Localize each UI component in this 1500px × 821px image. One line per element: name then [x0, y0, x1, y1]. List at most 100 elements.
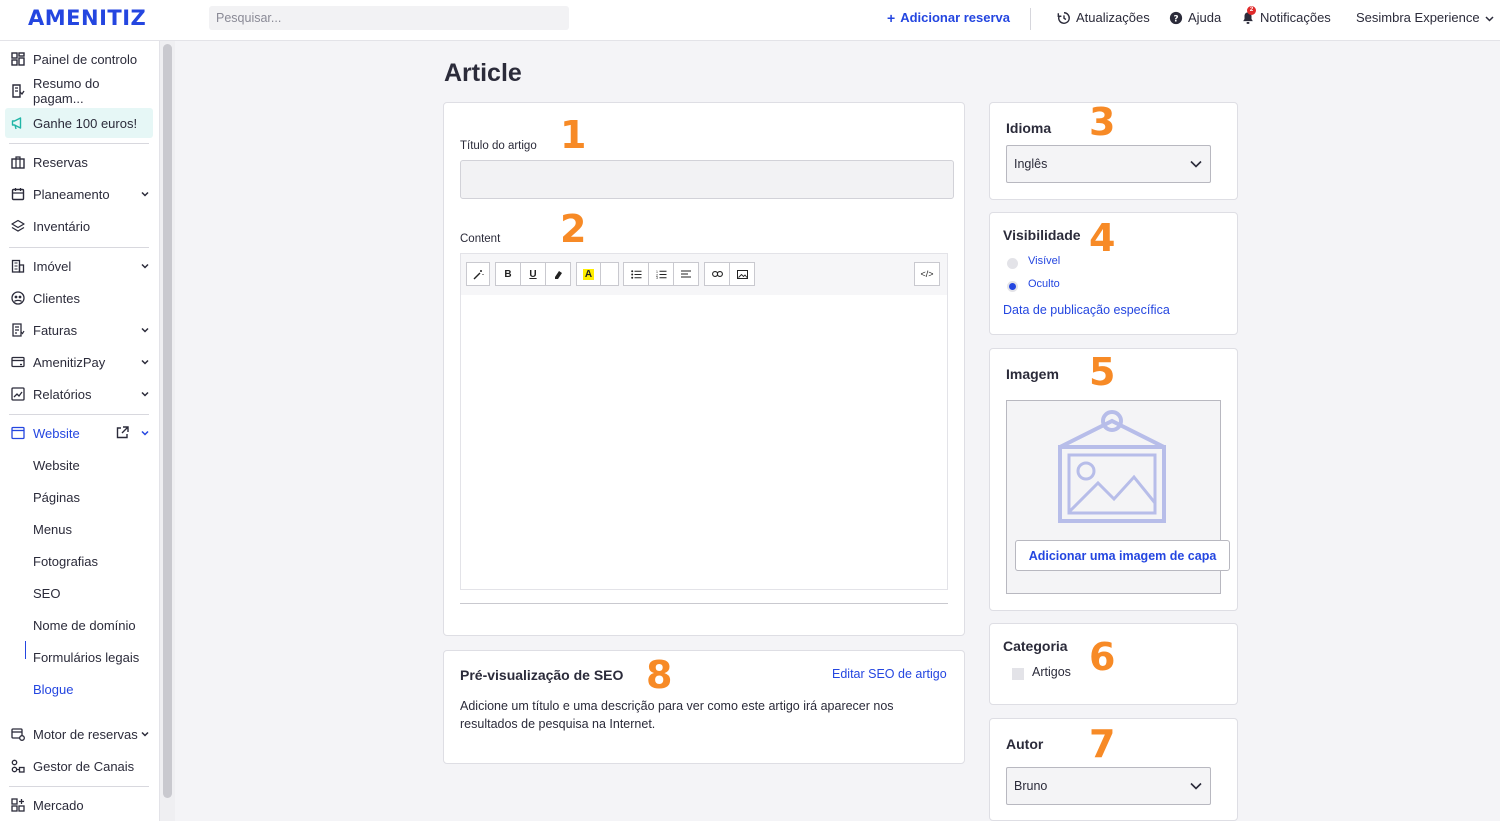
marker-8: 8 — [646, 653, 673, 697]
sub-item-seo[interactable]: SEO — [33, 586, 60, 601]
image-placeholder-icon — [1058, 410, 1166, 523]
marker-5: 5 — [1089, 350, 1116, 394]
sidebar-item-label: Motor de reservas — [33, 726, 138, 742]
sidebar-item-website[interactable]: Website — [5, 418, 153, 448]
calendar-icon — [11, 188, 25, 201]
content-label: Content — [460, 233, 501, 245]
sidebar-item-inventory[interactable]: Inventário — [5, 211, 153, 241]
sub-item-pages[interactable]: Páginas — [33, 490, 80, 505]
topbar-divider — [1030, 8, 1031, 30]
history-icon — [1057, 11, 1070, 24]
active-indicator — [25, 641, 26, 659]
updates-label: Atualizações — [1076, 10, 1150, 25]
author-select[interactable]: Bruno — [1006, 767, 1211, 805]
add-cover-image-button[interactable]: Adicionar uma imagem de capa — [1015, 540, 1230, 571]
visible-radio[interactable] — [1007, 258, 1018, 269]
align-icon[interactable] — [673, 262, 699, 286]
sub-item-legal-forms[interactable]: Formulários legais — [33, 650, 139, 665]
help-button[interactable]: ? Ajuda — [1169, 10, 1221, 25]
insert-image-icon[interactable] — [729, 262, 755, 286]
marker-2: 2 — [560, 207, 587, 251]
language-select[interactable]: Inglês — [1006, 145, 1211, 183]
image-card: Imagem 5 Adicionar uma imagem de capa — [989, 348, 1238, 611]
chevron-down-icon — [1190, 782, 1202, 790]
sidebar-item-label: Website — [33, 425, 80, 441]
sidebar-item-payments[interactable]: Resumo do pagam... — [5, 76, 153, 106]
category-card: Categoria 6 Artigos — [989, 623, 1238, 705]
chevron-down-icon — [141, 327, 149, 333]
add-booking-button[interactable]: + Adicionar reserva — [887, 10, 1010, 25]
underline-icon[interactable]: U — [520, 262, 546, 286]
sidebar-item-planning[interactable]: Planeamento — [5, 179, 153, 209]
users-icon — [11, 291, 25, 305]
specific-date-link[interactable]: Data de publicação específica — [1003, 303, 1170, 317]
external-link-icon[interactable] — [116, 426, 129, 439]
bold-icon[interactable]: B — [495, 262, 521, 286]
title-label: Título do artigo — [460, 140, 537, 152]
numbered-list-icon[interactable]: 123 — [648, 262, 674, 286]
highlight-color-icon[interactable]: A — [576, 262, 601, 286]
notifications-button[interactable]: 2 Notificações — [1241, 5, 1331, 25]
magic-wand-icon[interactable] — [466, 262, 490, 286]
sidebar-divider — [9, 143, 149, 144]
category-checkbox[interactable] — [1012, 668, 1024, 680]
color-dropdown-icon[interactable] — [600, 262, 619, 286]
sidebar-item-label: Relatórios — [33, 386, 92, 402]
sub-item-menus[interactable]: Menus — [33, 522, 72, 537]
cover-image-placeholder[interactable]: Adicionar uma imagem de capa — [1006, 400, 1230, 594]
sidebar-item-invoices[interactable]: Faturas — [5, 315, 153, 345]
sidebar-divider — [9, 414, 149, 415]
category-heading: Categoria — [1003, 638, 1068, 654]
sidebar-item-label: Resumo do pagam... — [33, 76, 100, 106]
sub-item-blog[interactable]: Blogue — [33, 682, 73, 697]
eraser-icon[interactable] — [545, 262, 571, 286]
updates-button[interactable]: Atualizações — [1057, 10, 1150, 25]
sub-item-website[interactable]: Website — [33, 458, 80, 473]
bullet-list-icon[interactable] — [623, 262, 649, 286]
logo[interactable]: AMENITIZ — [28, 6, 146, 30]
sidebar-item-channel-manager[interactable]: Gestor de Canais — [5, 751, 153, 781]
sidebar-item-property[interactable]: Imóvel — [5, 251, 153, 281]
language-card: Idioma 3 Inglês — [989, 102, 1238, 200]
plus-icon: + — [887, 9, 896, 26]
author-heading: Autor — [1006, 736, 1044, 752]
visibility-heading: Visibilidade — [1003, 227, 1081, 243]
notification-badge: 2 — [1247, 5, 1256, 15]
link-icon[interactable] — [704, 262, 730, 286]
bell-icon: 2 — [1241, 5, 1256, 25]
sidebar-item-reservations[interactable]: Reservas — [5, 147, 153, 177]
article-title-input[interactable] — [460, 160, 954, 199]
language-selected: Inglês — [1014, 157, 1048, 171]
sidebar-item-label: Clientes — [33, 290, 80, 306]
sidebar-item-promo[interactable]: Ganhe 100 euros! — [5, 108, 153, 138]
visibility-card: Visibilidade 4 Visível Oculto Data de pu… — [989, 212, 1238, 335]
hidden-label: Oculto — [1028, 278, 1060, 290]
hidden-radio[interactable] — [1007, 281, 1018, 292]
content-editor[interactable] — [460, 295, 948, 590]
sidebar-item-amenitizpay[interactable]: AmenitizPay — [5, 347, 153, 377]
sidebar-item-label: Reservas — [33, 154, 88, 170]
sidebar-item-booking-engine[interactable]: Motor de reservas — [5, 719, 153, 749]
sidebar-scrollbar[interactable] — [163, 44, 172, 798]
chevron-down-icon — [141, 391, 149, 397]
language-heading: Idioma — [1006, 120, 1052, 136]
page-title: Article — [444, 59, 522, 87]
search-input[interactable] — [209, 6, 569, 30]
top-bar: AMENITIZ + Adicionar reserva Atualizaçõe… — [0, 0, 1500, 41]
category-option-label: Artigos — [1032, 665, 1071, 679]
sidebar-item-market[interactable]: Mercado — [5, 790, 153, 820]
chart-icon — [11, 387, 25, 401]
chevron-down-icon — [1190, 160, 1202, 168]
sub-item-domain[interactable]: Nome de domínio — [33, 618, 136, 633]
sidebar-item-reports[interactable]: Relatórios — [5, 379, 153, 409]
booking-engine-icon — [11, 728, 25, 741]
sidebar-item-label: Faturas — [33, 322, 78, 338]
sidebar-item-dashboard[interactable]: Painel de controlo — [5, 44, 153, 74]
account-menu[interactable]: Sesimbra Experience — [1356, 10, 1494, 25]
sidebar-item-clients[interactable]: Clientes — [5, 283, 153, 313]
code-view-icon[interactable]: </> — [914, 262, 940, 286]
sidebar-item-label: Imóvel — [33, 258, 72, 274]
edit-seo-link[interactable]: Editar SEO de artigo — [832, 667, 947, 681]
chevron-down-icon — [141, 359, 149, 365]
sub-item-photos[interactable]: Fotografias — [33, 554, 98, 569]
